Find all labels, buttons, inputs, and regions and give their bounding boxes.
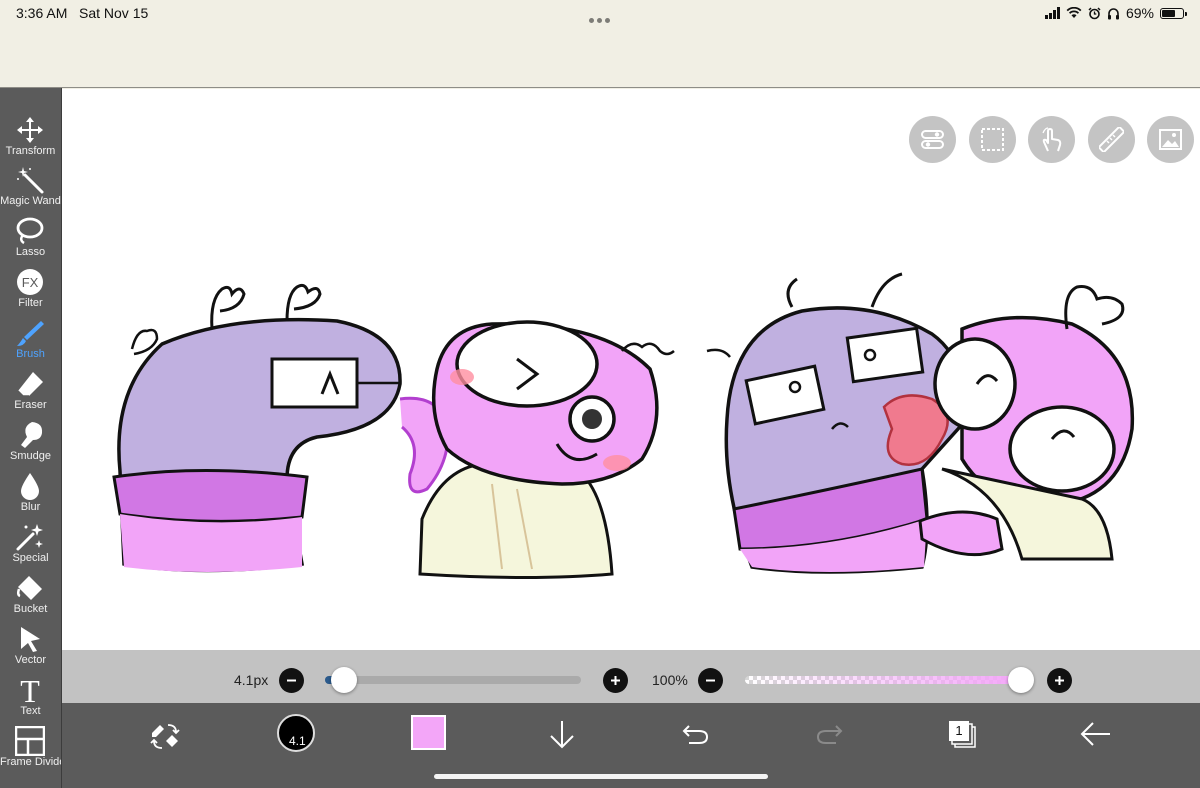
artwork-drawing (112, 272, 1135, 579)
bucket-icon (16, 576, 42, 600)
tool-label: Bucket (13, 603, 48, 615)
brush-size-label: 4.1px (234, 672, 269, 688)
eraser-icon (17, 372, 43, 397)
brush-preview-button[interactable]: 4.1 (277, 714, 315, 752)
home-indicator[interactable] (434, 774, 768, 779)
undo-icon (682, 725, 709, 744)
redo-icon (816, 725, 843, 744)
back-arrow-icon (1080, 722, 1110, 746)
special-sparkle-icon (16, 524, 43, 551)
alarm-icon (1088, 6, 1101, 19)
tool-label: Eraser (14, 399, 47, 411)
tool-magic-wand[interactable]: Magic Wand (0, 165, 61, 216)
download-button[interactable] (548, 719, 576, 749)
tool-label: Magic Wand (0, 195, 61, 207)
tool-frame-divider[interactable]: Frame Divider (0, 726, 61, 777)
redo-button[interactable] (814, 723, 844, 747)
tool-brush[interactable]: Brush (0, 318, 61, 369)
brush-size-increase-button[interactable] (603, 668, 628, 693)
tool-sidebar: Transform Magic Wand Lasso FX Filter Bru… (0, 88, 62, 788)
brush-size-slider[interactable] (325, 667, 581, 693)
character-pink-right (918, 285, 1135, 561)
tool-bucket[interactable]: Bucket (0, 573, 61, 624)
color-swatch[interactable] (411, 715, 446, 750)
tool-vector[interactable]: Vector (0, 624, 61, 675)
status-date: Sat Nov 15 (79, 5, 149, 21)
signal-icon (1044, 7, 1060, 19)
lasso-icon (16, 217, 44, 245)
tool-label: Filter (18, 297, 43, 309)
tool-label: Lasso (15, 246, 46, 258)
layers-button[interactable]: 1 (947, 719, 977, 749)
tool-label: Vector (14, 654, 47, 666)
status-bar: 3:36 AM Sat Nov 15 69% (0, 0, 1200, 88)
blur-drop-icon (21, 473, 39, 500)
svg-text:FX: FX (22, 275, 39, 290)
status-indicators: 69% (1044, 4, 1187, 22)
multitasking-dots-icon[interactable] (589, 10, 613, 28)
layer-count: 1 (955, 723, 963, 738)
battery-icon (1160, 7, 1187, 19)
tool-special[interactable]: Special (0, 522, 61, 573)
filter-fx-icon: FX (17, 269, 43, 295)
back-button[interactable] (1080, 721, 1112, 747)
frame-divider-icon (15, 726, 45, 756)
tool-eraser[interactable]: Eraser (0, 369, 61, 420)
brush-size-decrease-button[interactable] (279, 668, 304, 693)
brush-size-knob[interactable] (331, 667, 357, 693)
tool-label: Brush (16, 348, 45, 360)
tool-label: Text (20, 705, 41, 717)
headphones-icon (1107, 7, 1119, 19)
wifi-icon (1066, 7, 1082, 18)
tool-smudge[interactable]: Smudge (0, 420, 61, 471)
tool-text[interactable]: T Text (0, 675, 61, 726)
svg-text:T: T (20, 675, 40, 705)
download-arrow-icon (550, 721, 574, 749)
tool-filter[interactable]: FX Filter (0, 267, 61, 318)
smudge-icon (21, 422, 43, 448)
plus-icon (611, 676, 620, 685)
text-icon: T (20, 675, 40, 705)
swap-tools-icon (150, 724, 180, 749)
status-time: 3:36 AM (16, 5, 68, 21)
tool-transform[interactable]: Transform (0, 115, 61, 166)
tool-blur[interactable]: Blur (0, 471, 61, 522)
undo-button[interactable] (681, 723, 711, 747)
battery-percent: 69% (1125, 5, 1154, 21)
character-pink-middle (418, 320, 675, 579)
plus-icon (1055, 676, 1064, 685)
magic-wand-icon (17, 167, 44, 194)
character-purple-left (112, 283, 402, 573)
tool-label: Smudge (10, 450, 51, 462)
tool-label: Special (12, 552, 49, 564)
brush-settings-bar: 4.1px 100% (62, 650, 1200, 703)
vector-arrow-icon (21, 627, 40, 652)
minus-icon (287, 679, 296, 682)
drawing-canvas[interactable] (62, 89, 1200, 650)
opacity-label: 100% (652, 672, 688, 688)
opacity-slider[interactable] (745, 667, 1034, 693)
opacity-increase-button[interactable] (1047, 668, 1072, 693)
minus-icon (706, 679, 715, 682)
tool-label: Transform (5, 145, 56, 157)
brush-preview-label: 4.1 (289, 734, 306, 748)
brush-icon (17, 321, 44, 346)
swap-tools-button[interactable] (150, 721, 180, 751)
opacity-decrease-button[interactable] (698, 668, 723, 693)
opacity-knob[interactable] (1008, 667, 1034, 693)
tool-label: Blur (20, 501, 41, 513)
tool-label: Frame Divider (0, 756, 61, 768)
tool-lasso[interactable]: Lasso (0, 216, 61, 267)
transform-icon (17, 117, 43, 143)
